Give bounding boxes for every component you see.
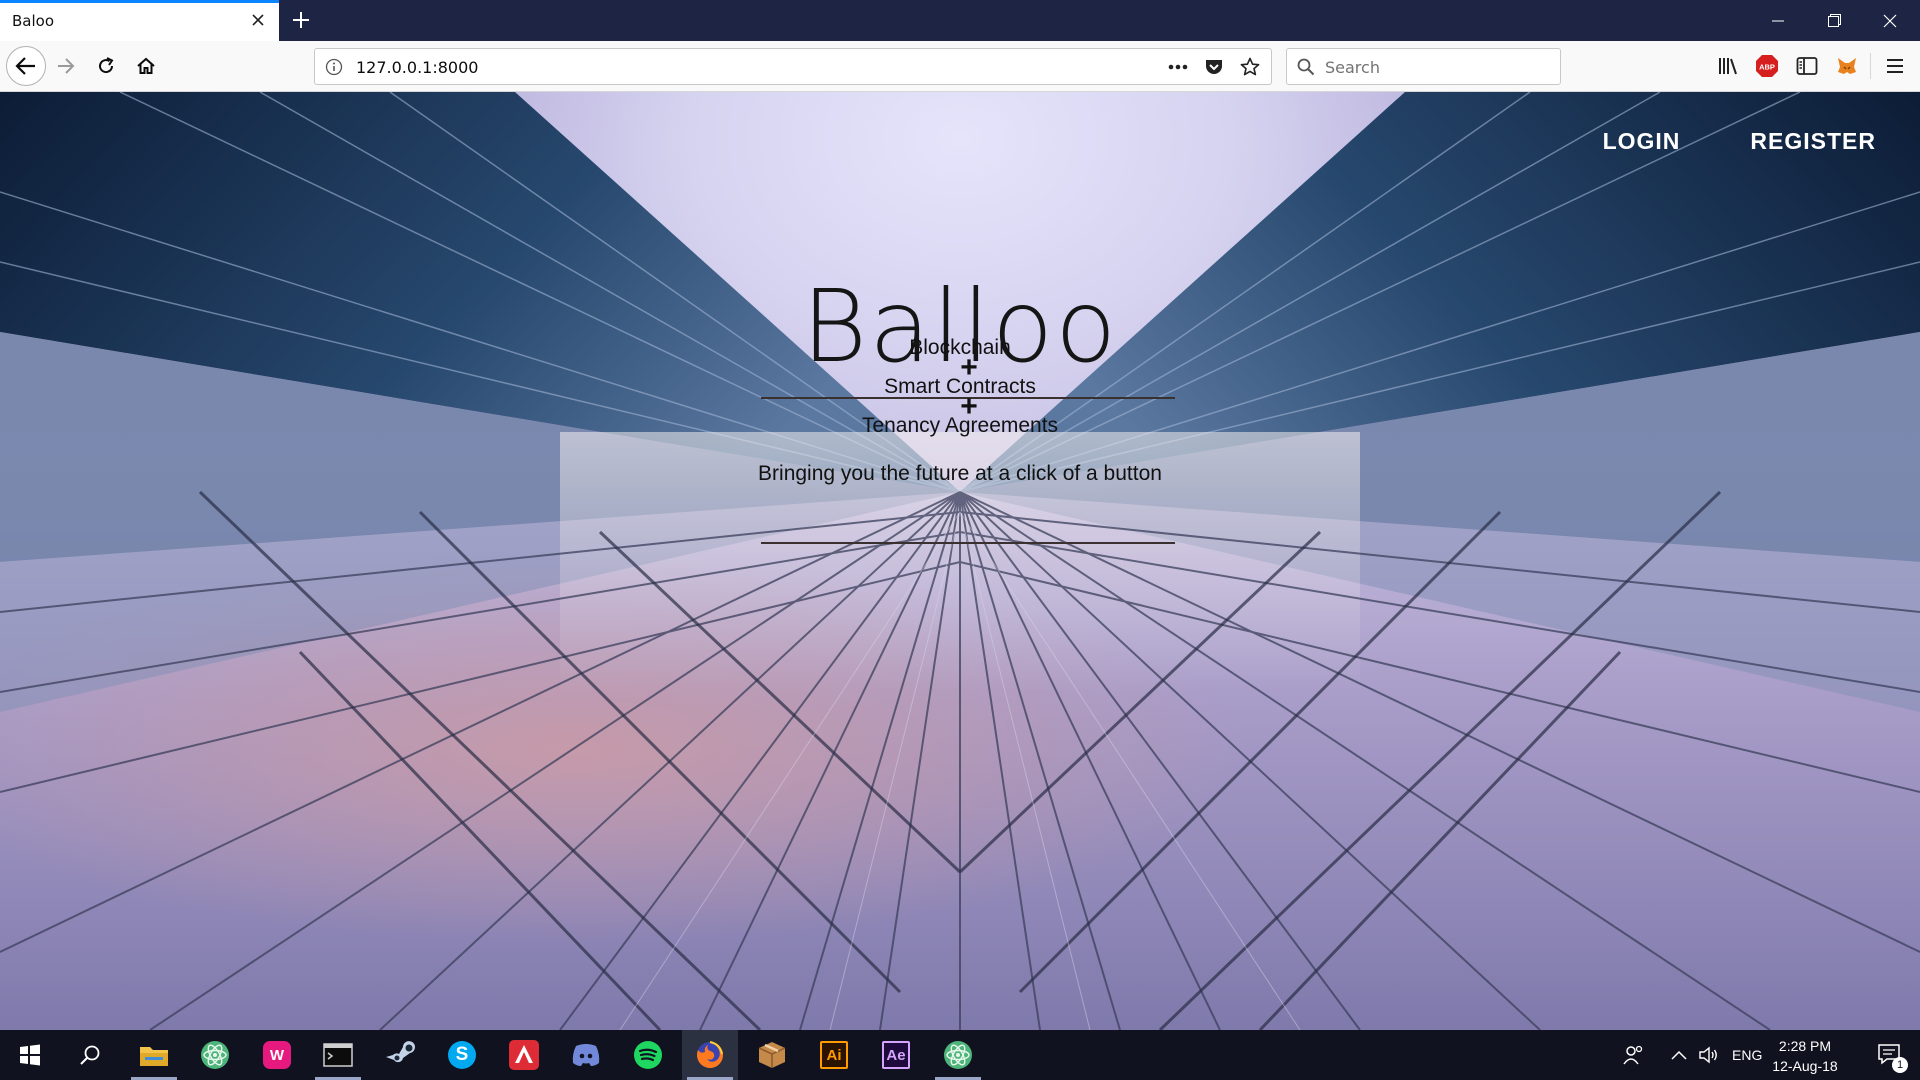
illustrator-icon: Ai xyxy=(820,1041,848,1069)
taskbar-app-atom[interactable] xyxy=(187,1030,243,1080)
after-effects-icon: Ae xyxy=(882,1041,910,1069)
language-indicator[interactable]: ENG xyxy=(1732,1030,1762,1080)
toolbar-separator xyxy=(1870,53,1871,79)
volume-icon[interactable] xyxy=(1694,1030,1724,1080)
hero-tagline: Bringing you the future at a click of a … xyxy=(758,462,1162,485)
folder-icon xyxy=(140,1047,168,1066)
taskbar-search-button[interactable] xyxy=(62,1030,118,1080)
firefox-icon xyxy=(697,1041,723,1068)
taskbar-app-firefox[interactable] xyxy=(682,1030,738,1080)
people-icon[interactable] xyxy=(1606,1030,1662,1080)
package-box-icon xyxy=(758,1042,786,1068)
discord-icon xyxy=(572,1044,600,1066)
forward-button[interactable] xyxy=(48,48,84,84)
start-button[interactable] xyxy=(2,1030,58,1080)
atom-icon xyxy=(944,1041,972,1069)
page-actions-icon[interactable] xyxy=(1165,55,1191,79)
sidebar-icon[interactable] xyxy=(1791,50,1823,82)
clock-time: 2:28 PM xyxy=(1778,1038,1832,1054)
skype-icon: S xyxy=(448,1041,476,1069)
restore-icon[interactable] xyxy=(1806,0,1862,41)
taskbar-app-terminal[interactable] xyxy=(310,1030,366,1080)
tab-title: Baloo xyxy=(12,12,55,30)
taskbar-app-discord[interactable] xyxy=(558,1030,614,1080)
architecture-background xyxy=(0,92,1920,1030)
navigation-toolbar: 127.0.0.1:8000 ABP xyxy=(0,41,1920,92)
taskbar-app-file-explorer[interactable] xyxy=(126,1030,182,1080)
steam-icon xyxy=(386,1041,415,1063)
clock-date: 12-Aug-18 xyxy=(1772,1058,1838,1074)
taskbar-app-package[interactable] xyxy=(744,1030,800,1080)
home-button[interactable] xyxy=(128,48,164,84)
url-text[interactable]: 127.0.0.1:8000 xyxy=(356,58,478,77)
register-link[interactable]: REGISTER xyxy=(1750,128,1876,155)
site-nav: LOGIN REGISTER xyxy=(1603,128,1876,155)
taskbar-app-steam[interactable] xyxy=(372,1030,428,1080)
taskbar-clock[interactable]: 2:28 PM 12-Aug-18 xyxy=(1760,1036,1850,1076)
notification-center-button[interactable]: 1 xyxy=(1862,1030,1918,1080)
metamask-fox-icon[interactable] xyxy=(1831,50,1863,82)
reload-button[interactable] xyxy=(88,48,124,84)
back-arrow-icon xyxy=(15,57,35,75)
taskbar-app-after-effects[interactable]: Ae xyxy=(868,1030,924,1080)
home-icon xyxy=(137,57,155,74)
search-input[interactable] xyxy=(1325,55,1550,79)
angular-icon xyxy=(509,1040,539,1070)
taskbar-app-illustrator[interactable]: Ai xyxy=(806,1030,862,1080)
page-content: LOGIN REGISTER Balloo Blockchain + Smart… xyxy=(0,92,1920,1030)
tab-baloo[interactable]: Baloo xyxy=(0,0,279,41)
tab-strip: Baloo xyxy=(0,0,1920,41)
notification-count-badge: 1 xyxy=(1892,1057,1908,1073)
divider-bottom xyxy=(761,542,1175,544)
windows-taskbar: W S Ai Ae ENG 2:28 PM 12-Aug-18 1 xyxy=(0,1030,1920,1080)
library-icon[interactable] xyxy=(1712,50,1744,82)
atom-icon xyxy=(201,1041,229,1069)
search-icon xyxy=(1297,58,1315,80)
taskbar-app-atom-2[interactable] xyxy=(930,1030,986,1080)
forward-arrow-icon xyxy=(58,58,75,74)
adblock-plus-icon[interactable]: ABP xyxy=(1751,50,1783,82)
wamp-icon: W xyxy=(263,1041,291,1069)
search-bar[interactable] xyxy=(1286,48,1561,85)
hero-line-tenancy: Tenancy Agreements xyxy=(861,414,1059,437)
taskbar-app-spotify[interactable] xyxy=(620,1030,676,1080)
spotify-icon xyxy=(634,1041,662,1069)
close-window-icon[interactable] xyxy=(1862,0,1918,41)
new-tab-icon[interactable] xyxy=(287,6,315,34)
close-tab-icon[interactable] xyxy=(247,9,269,31)
taskbar-app-wamp[interactable]: W xyxy=(249,1030,305,1080)
address-bar[interactable]: 127.0.0.1:8000 xyxy=(314,48,1272,85)
reload-icon xyxy=(99,57,114,74)
hamburger-menu-icon[interactable] xyxy=(1879,50,1911,82)
back-button[interactable] xyxy=(6,46,46,86)
minimize-icon[interactable] xyxy=(1750,0,1806,41)
svg-text:ABP: ABP xyxy=(1759,63,1775,72)
login-link[interactable]: LOGIN xyxy=(1603,128,1681,155)
chevron-up-icon[interactable] xyxy=(1664,1030,1694,1080)
bookmark-star-icon[interactable] xyxy=(1237,55,1263,79)
taskbar-app-angular[interactable] xyxy=(496,1030,552,1080)
taskbar-app-skype[interactable]: S xyxy=(434,1030,490,1080)
terminal-icon xyxy=(323,1043,353,1067)
pocket-icon[interactable] xyxy=(1201,55,1227,79)
search-icon xyxy=(80,1045,100,1065)
windows-logo-icon xyxy=(20,1044,40,1066)
info-icon[interactable] xyxy=(325,58,343,80)
